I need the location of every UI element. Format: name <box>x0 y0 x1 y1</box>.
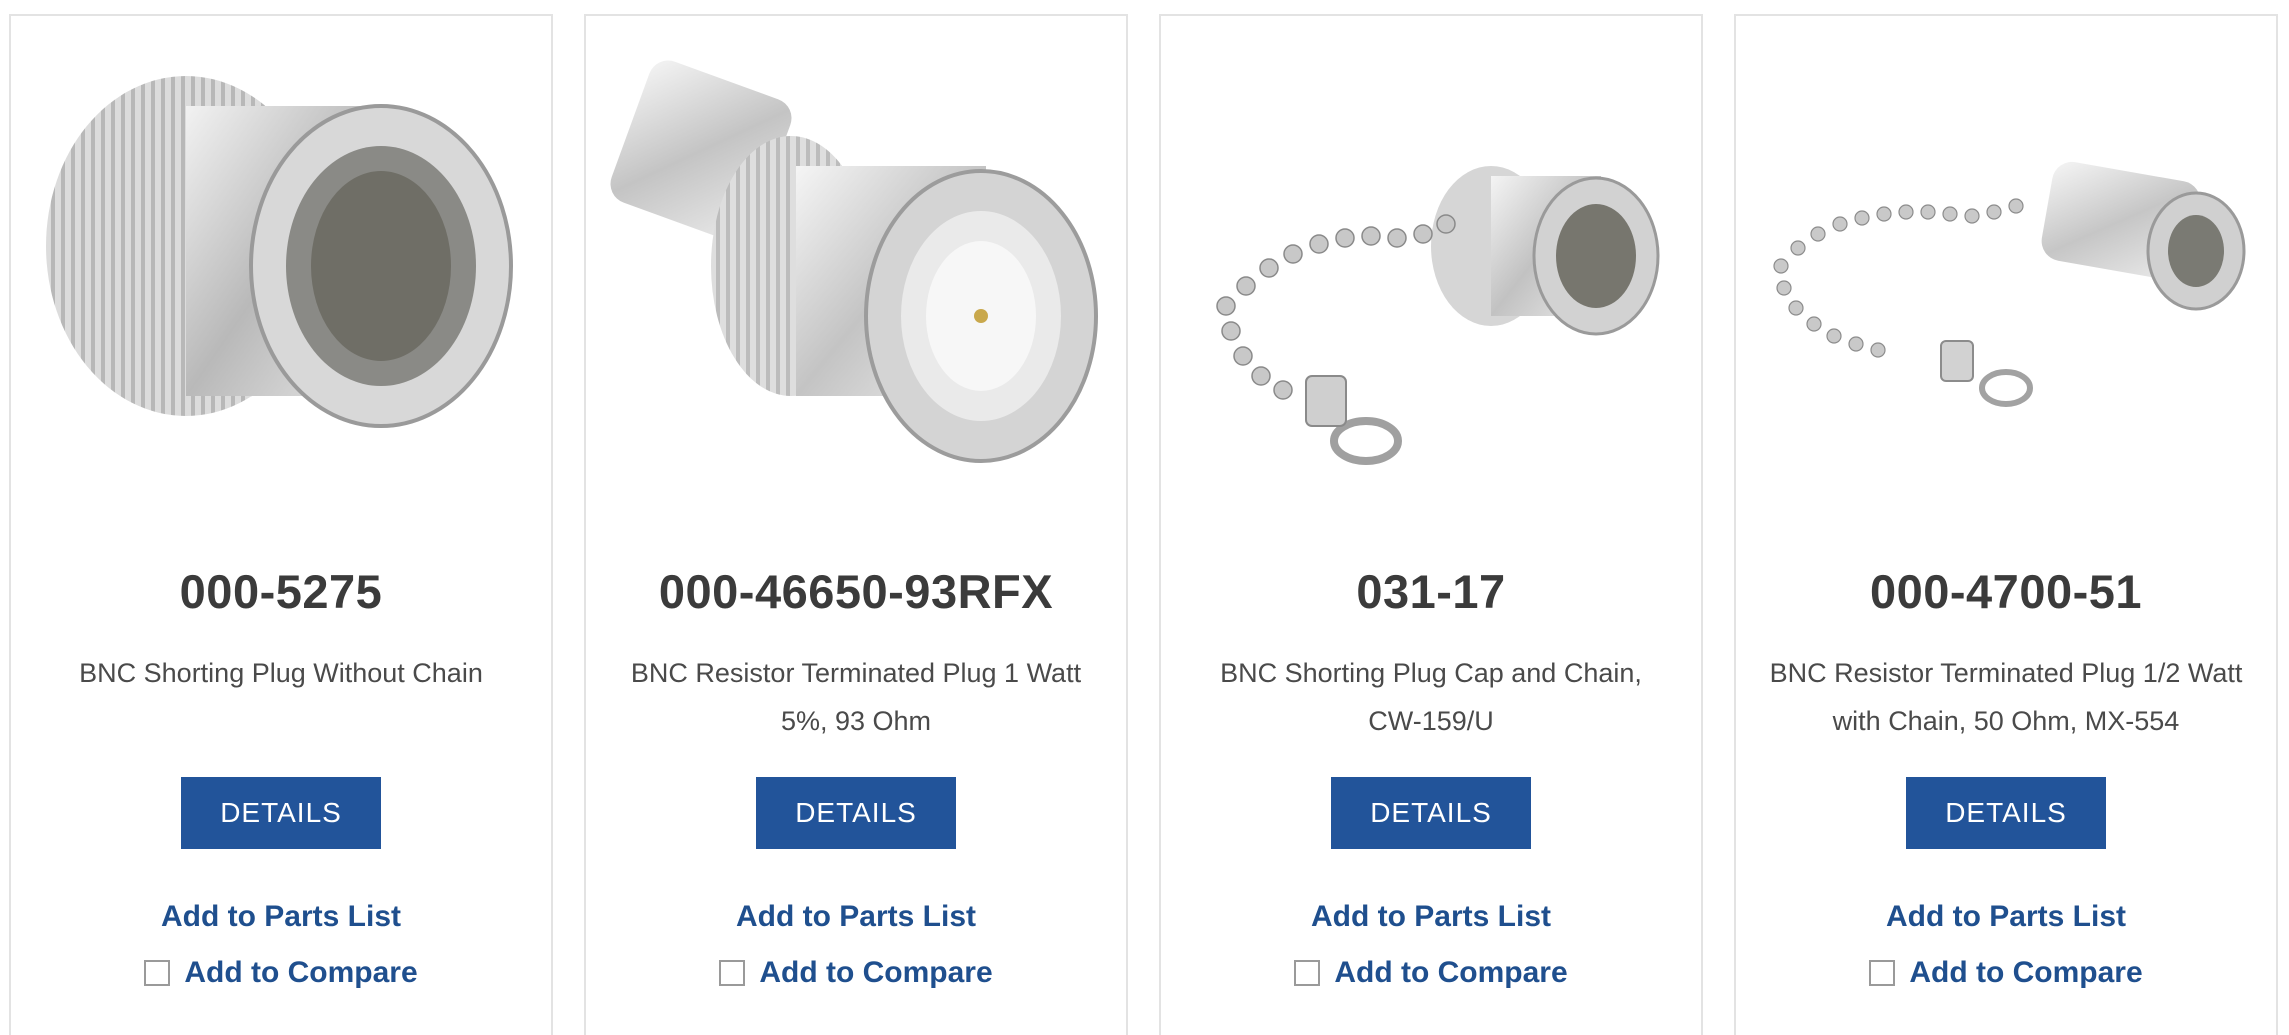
compare-label[interactable]: Add to Compare <box>1909 956 2142 990</box>
bnc-resistor-plug-image[interactable] <box>586 16 1126 516</box>
bnc-resistor-chain-image[interactable] <box>1736 16 2276 516</box>
product-card: 000-4700-51 BNC Resistor Terminated Plug… <box>1734 14 2278 1035</box>
part-number: 000-4700-51 <box>1869 565 2143 618</box>
add-to-compare: Add to Compare <box>11 956 551 990</box>
compare-label[interactable]: Add to Compare <box>1334 956 1567 990</box>
compare-checkbox[interactable] <box>719 960 746 986</box>
bnc-shorting-plug-image[interactable] <box>11 16 551 516</box>
bnc-cap-chain-image[interactable] <box>1161 16 1701 516</box>
details-button[interactable]: DETAILS <box>1906 777 2106 849</box>
product-description: BNC Shorting Plug Without Chain <box>79 658 483 688</box>
product-grid: 000-5275 BNC Shorting Plug Without Chain… <box>0 0 2289 1035</box>
product-description: BNC Shorting Plug Cap and Chain, CW-159/… <box>1220 658 1642 736</box>
add-to-parts-list-link[interactable]: Add to Parts List <box>1736 900 2276 934</box>
compare-label[interactable]: Add to Compare <box>184 956 417 990</box>
details-button[interactable]: DETAILS <box>1331 777 1531 849</box>
product-card: 000-46650-93RFX BNC Resistor Terminated … <box>584 14 1128 1035</box>
part-number: 031-17 <box>1356 565 1506 618</box>
product-description: BNC Resistor Terminated Plug 1 Watt 5%, … <box>630 658 1082 736</box>
add-to-compare: Add to Compare <box>586 956 1126 990</box>
add-to-parts-list-link[interactable]: Add to Parts List <box>586 900 1126 934</box>
part-number: 000-5275 <box>179 565 383 618</box>
details-button[interactable]: DETAILS <box>756 777 956 849</box>
add-to-parts-list-link[interactable]: Add to Parts List <box>11 900 551 934</box>
details-button[interactable]: DETAILS <box>181 777 381 849</box>
compare-checkbox[interactable] <box>144 960 171 986</box>
add-to-compare: Add to Compare <box>1736 956 2276 990</box>
product-card: 031-17 BNC Shorting Plug Cap and Chain, … <box>1159 14 1703 1035</box>
product-description: BNC Resistor Terminated Plug 1/2 Watt wi… <box>1769 658 2243 736</box>
compare-checkbox[interactable] <box>1294 960 1321 986</box>
product-card: 000-5275 BNC Shorting Plug Without Chain… <box>9 14 553 1035</box>
add-to-parts-list-link[interactable]: Add to Parts List <box>1161 900 1701 934</box>
compare-checkbox[interactable] <box>1869 960 1896 986</box>
add-to-compare: Add to Compare <box>1161 956 1701 990</box>
compare-label[interactable]: Add to Compare <box>759 956 992 990</box>
part-number: 000-46650-93RFX <box>658 565 1054 618</box>
